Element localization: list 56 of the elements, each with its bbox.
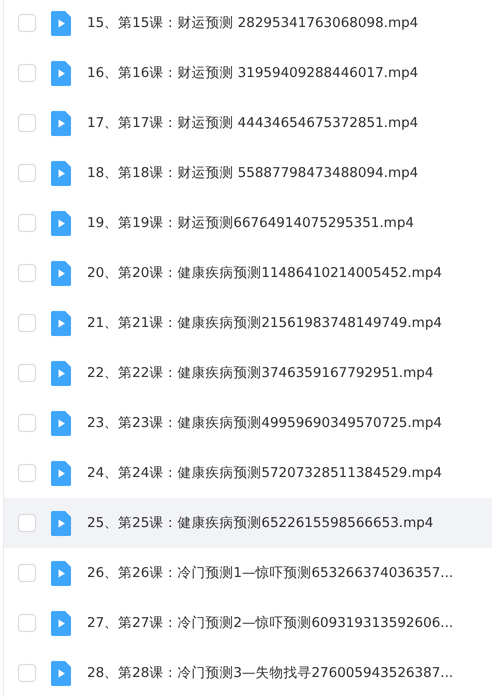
file-row[interactable]: 22、第22课：健康疾病预测3746359167792951.mp4	[4, 348, 492, 398]
file-row[interactable]: 23、第23课：健康疾病预测49959690349570725.mp4	[4, 398, 492, 448]
checkbox[interactable]	[18, 264, 36, 282]
file-name[interactable]: 21、第21课：健康疾病预测21561983748149749.mp4	[87, 314, 442, 332]
file-row[interactable]: 21、第21课：健康疾病预测21561983748149749.mp4	[4, 298, 492, 348]
file-row[interactable]: 18、第18课：财运预测 55887798473488094.mp4	[4, 148, 492, 198]
checkbox[interactable]	[18, 314, 36, 332]
file-row[interactable]: 25、第25课：健康疾病预测6522615598566653.mp4	[4, 498, 492, 548]
video-file-icon	[51, 510, 71, 536]
file-row[interactable]: 15、第15课：财运预测 28295341763068098.mp4	[4, 0, 492, 48]
video-file-icon	[51, 460, 71, 486]
checkbox[interactable]	[18, 364, 36, 382]
file-name[interactable]: 28、第28课：冷门预测3—失物找寻276005943526387...	[87, 664, 454, 682]
video-file-icon	[51, 660, 71, 686]
file-name[interactable]: 22、第22课：健康疾病预测3746359167792951.mp4	[87, 364, 434, 382]
file-name[interactable]: 16、第16课：财运预测 31959409288446017.mp4	[87, 64, 418, 82]
file-row[interactable]: 17、第17课：财运预测 44434654675372851.mp4	[4, 98, 492, 148]
file-row[interactable]: 20、第20课：健康疾病预测11486410214005452.mp4	[4, 248, 492, 298]
video-file-icon	[51, 310, 71, 336]
video-file-icon	[51, 410, 71, 436]
video-file-icon	[51, 260, 71, 286]
file-row[interactable]: 26、第26课：冷门预测1—惊吓预测653266374036357...	[4, 548, 492, 598]
file-name[interactable]: 25、第25课：健康疾病预测6522615598566653.mp4	[87, 514, 434, 532]
checkbox[interactable]	[18, 214, 36, 232]
checkbox[interactable]	[18, 664, 36, 682]
checkbox[interactable]	[18, 414, 36, 432]
file-name[interactable]: 24、第24课：健康疾病预测57207328511384529.mp4	[87, 464, 442, 482]
file-name[interactable]: 20、第20课：健康疾病预测11486410214005452.mp4	[87, 264, 442, 282]
checkbox[interactable]	[18, 164, 36, 182]
video-file-icon	[51, 610, 71, 636]
checkbox[interactable]	[18, 514, 36, 532]
video-file-icon	[51, 160, 71, 186]
checkbox[interactable]	[18, 564, 36, 582]
file-row[interactable]: 27、第27课：冷门预测2—惊吓预测609319313592606...	[4, 598, 492, 648]
file-row[interactable]: 24、第24课：健康疾病预测57207328511384529.mp4	[4, 448, 492, 498]
video-file-icon	[51, 60, 71, 86]
checkbox[interactable]	[18, 464, 36, 482]
video-file-icon	[51, 210, 71, 236]
video-file-icon	[51, 560, 71, 586]
file-name[interactable]: 26、第26课：冷门预测1—惊吓预测653266374036357...	[87, 564, 454, 582]
file-name[interactable]: 15、第15课：财运预测 28295341763068098.mp4	[87, 14, 418, 32]
checkbox[interactable]	[18, 64, 36, 82]
file-row[interactable]: 19、第19课：财运预测66764914075295351.mp4	[4, 198, 492, 248]
video-file-icon	[51, 10, 71, 36]
checkbox[interactable]	[18, 614, 36, 632]
file-name[interactable]: 27、第27课：冷门预测2—惊吓预测609319313592606...	[87, 614, 454, 632]
file-name[interactable]: 19、第19课：财运预测66764914075295351.mp4	[87, 214, 414, 232]
file-name[interactable]: 17、第17课：财运预测 44434654675372851.mp4	[87, 114, 418, 132]
file-row[interactable]: 16、第16课：财运预测 31959409288446017.mp4	[4, 48, 492, 98]
file-name[interactable]: 18、第18课：财运预测 55887798473488094.mp4	[87, 164, 418, 182]
file-name[interactable]: 23、第23课：健康疾病预测49959690349570725.mp4	[87, 414, 442, 432]
checkbox[interactable]	[18, 114, 36, 132]
checkbox[interactable]	[18, 14, 36, 32]
video-file-icon	[51, 110, 71, 136]
video-file-icon	[51, 360, 71, 386]
file-row[interactable]: 28、第28课：冷门预测3—失物找寻276005943526387...	[4, 648, 492, 697]
